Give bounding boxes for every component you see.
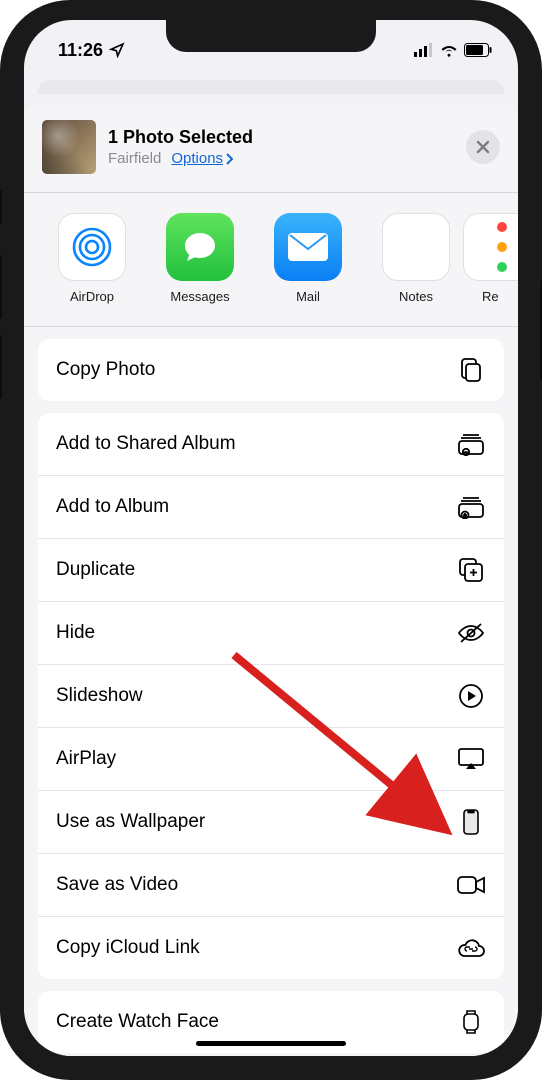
chevron-right-icon [225, 153, 233, 165]
app-label: Re [482, 289, 499, 304]
app-reminders[interactable]: Re [482, 213, 512, 304]
action-use-as-wallpaper[interactable]: Use as Wallpaper [38, 790, 504, 853]
screen: 11:26 1 Photo Selected Fairfield Options [24, 20, 518, 1056]
photo-thumbnail[interactable] [42, 120, 96, 174]
app-messages[interactable]: Messages [158, 213, 242, 304]
hide-eye-icon [456, 620, 486, 646]
add-album-icon [456, 494, 486, 520]
action-label: Duplicate [56, 559, 135, 581]
airdrop-icon [58, 213, 126, 281]
close-icon [476, 140, 490, 154]
action-label: Slideshow [56, 685, 143, 707]
share-header: 1 Photo Selected Fairfield Options [24, 104, 518, 193]
messages-icon [166, 213, 234, 281]
shared-album-icon [456, 431, 486, 457]
home-indicator[interactable] [196, 1041, 346, 1046]
watch-icon [456, 1009, 486, 1035]
mail-icon [274, 213, 342, 281]
phone-frame: 11:26 1 Photo Selected Fairfield Options [0, 0, 542, 1080]
action-duplicate[interactable]: Duplicate [38, 538, 504, 601]
app-label: AirDrop [70, 289, 114, 304]
app-label: Messages [170, 289, 229, 304]
action-copy-photo[interactable]: Copy Photo [38, 339, 504, 401]
action-airplay[interactable]: AirPlay [38, 727, 504, 790]
video-icon [456, 872, 486, 898]
header-title: 1 Photo Selected [108, 127, 454, 148]
options-link[interactable]: Options [171, 150, 233, 167]
action-add-album[interactable]: Add to Album [38, 475, 504, 538]
actions-card-primary: Copy Photo [38, 339, 504, 401]
reminders-icon [463, 213, 518, 281]
actions-card-secondary: Add to Shared Album Add to Album Duplica… [38, 413, 504, 979]
app-notes[interactable]: Notes [374, 213, 458, 304]
action-hide[interactable]: Hide [38, 601, 504, 664]
action-label: Save as Video [56, 874, 178, 896]
app-label: Notes [399, 289, 433, 304]
share-apps-row[interactable]: AirDrop Messages Mail [24, 193, 518, 327]
cloud-link-icon [456, 935, 486, 961]
action-label: Copy Photo [56, 359, 155, 381]
action-copy-icloud-link[interactable]: Copy iCloud Link [38, 916, 504, 979]
action-label: Create Watch Face [56, 1011, 219, 1033]
wifi-icon [440, 43, 458, 57]
copy-icon [456, 357, 486, 383]
app-mail[interactable]: Mail [266, 213, 350, 304]
action-label: AirPlay [56, 748, 116, 770]
app-airdrop[interactable]: AirDrop [50, 213, 134, 304]
status-time: 11:26 [58, 40, 103, 61]
action-label: Use as Wallpaper [56, 811, 205, 833]
action-label: Copy iCloud Link [56, 937, 200, 959]
play-circle-icon [456, 683, 486, 709]
action-label: Add to Album [56, 496, 169, 518]
phone-icon [456, 809, 486, 835]
close-button[interactable] [466, 130, 500, 164]
side-button-silent [0, 190, 2, 224]
app-label: Mail [296, 289, 320, 304]
duplicate-icon [456, 557, 486, 583]
action-slideshow[interactable]: Slideshow [38, 664, 504, 727]
background-card-peek [38, 80, 504, 94]
share-sheet: 1 Photo Selected Fairfield Options [24, 104, 518, 1056]
airplay-icon [456, 746, 486, 772]
header-location: Fairfield [108, 150, 161, 167]
cellular-signal-icon [414, 43, 434, 57]
side-button-volume-up [0, 255, 2, 319]
action-add-shared-album[interactable]: Add to Shared Album [38, 413, 504, 475]
actions-list[interactable]: Copy Photo Add to Shared Album [24, 327, 518, 1053]
notch [166, 20, 376, 52]
side-button-volume-down [0, 335, 2, 399]
action-save-as-video[interactable]: Save as Video [38, 853, 504, 916]
action-label: Add to Shared Album [56, 433, 236, 455]
notes-icon [382, 213, 450, 281]
location-arrow-icon [109, 42, 125, 58]
action-label: Hide [56, 622, 95, 644]
battery-icon [464, 43, 492, 57]
